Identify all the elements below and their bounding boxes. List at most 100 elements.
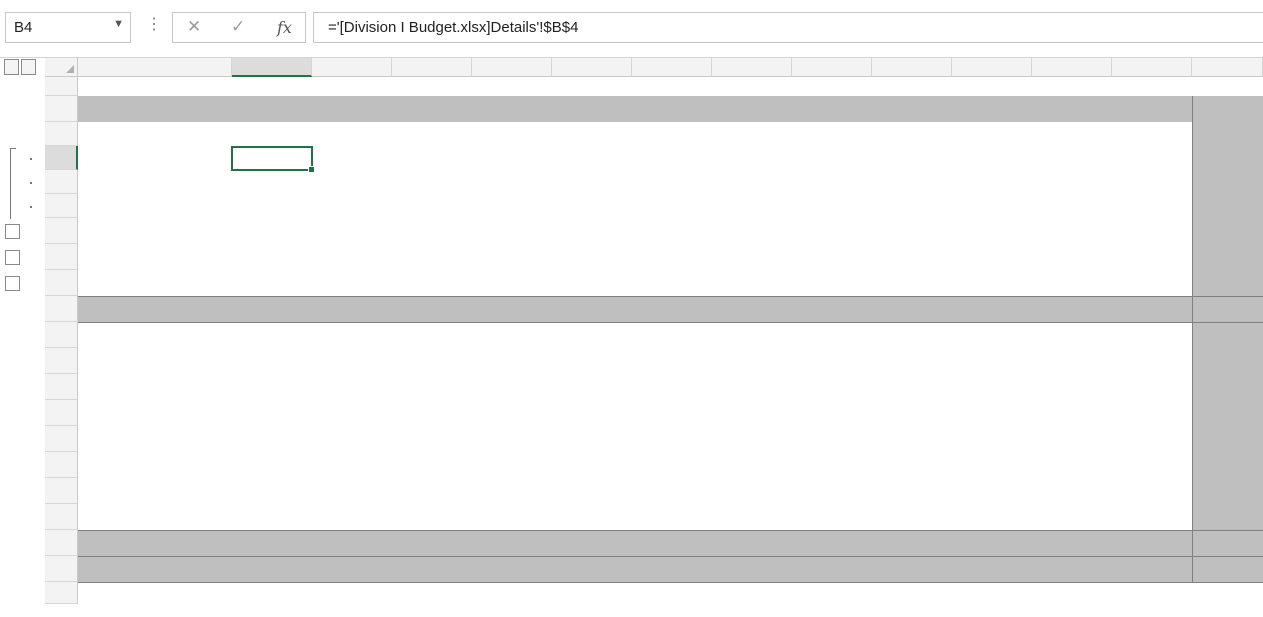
data-cell[interactable] bbox=[1032, 218, 1112, 244]
total-cell[interactable] bbox=[1192, 348, 1263, 374]
fill-handle[interactable] bbox=[308, 166, 315, 173]
data-cell[interactable] bbox=[952, 194, 1032, 218]
data-cell[interactable] bbox=[1112, 194, 1192, 218]
row-header-11[interactable] bbox=[45, 244, 78, 270]
data-cell[interactable] bbox=[472, 146, 552, 170]
expand-plus-icon[interactable] bbox=[5, 249, 20, 265]
data-cell[interactable] bbox=[232, 218, 312, 244]
month-header[interactable] bbox=[472, 96, 552, 122]
data-cell[interactable] bbox=[792, 146, 872, 170]
column-header-e[interactable] bbox=[472, 58, 552, 77]
data-cell[interactable] bbox=[952, 530, 1032, 556]
data-cell[interactable] bbox=[472, 530, 552, 556]
row-label[interactable] bbox=[78, 530, 232, 556]
row-header-18[interactable] bbox=[45, 348, 78, 374]
data-cell[interactable] bbox=[952, 270, 1032, 296]
total-cell[interactable] bbox=[1192, 478, 1263, 504]
data-cell[interactable] bbox=[632, 556, 712, 582]
data-cell[interactable] bbox=[872, 530, 952, 556]
data-cell[interactable] bbox=[232, 170, 312, 194]
data-cell[interactable] bbox=[632, 530, 712, 556]
row-label[interactable] bbox=[78, 426, 232, 452]
data-cell[interactable] bbox=[872, 170, 952, 194]
data-cell[interactable] bbox=[472, 170, 552, 194]
enter-icon[interactable]: ✓ bbox=[231, 17, 245, 37]
month-header[interactable] bbox=[312, 96, 392, 122]
data-cell[interactable] bbox=[392, 556, 472, 582]
data-cell[interactable] bbox=[392, 530, 472, 556]
row-header-2[interactable] bbox=[45, 96, 78, 122]
month-header[interactable] bbox=[1112, 96, 1192, 122]
data-cell[interactable] bbox=[1112, 270, 1192, 296]
outline-level-1-button[interactable] bbox=[4, 59, 19, 75]
total-cell[interactable] bbox=[1192, 400, 1263, 426]
column-header-b[interactable] bbox=[232, 58, 312, 77]
row-label[interactable] bbox=[78, 218, 232, 244]
data-cell[interactable] bbox=[872, 218, 952, 244]
data-cell[interactable] bbox=[632, 270, 712, 296]
row-header-4[interactable] bbox=[45, 146, 78, 170]
month-header[interactable] bbox=[952, 96, 1032, 122]
data-cell[interactable] bbox=[952, 556, 1032, 582]
data-cell[interactable] bbox=[472, 218, 552, 244]
column-header-a[interactable] bbox=[78, 58, 232, 77]
formula-input[interactable]: ='[Division I Budget.xlsx]Details'!$B$4 bbox=[313, 12, 1263, 43]
select-all-corner[interactable] bbox=[45, 58, 78, 77]
row-label[interactable] bbox=[78, 296, 232, 322]
data-cell[interactable] bbox=[472, 348, 552, 374]
data-cell[interactable] bbox=[632, 244, 712, 270]
expand-plus-icon[interactable] bbox=[5, 275, 20, 291]
data-cell[interactable] bbox=[552, 194, 632, 218]
column-header-f[interactable] bbox=[552, 58, 632, 77]
active-cell-selection[interactable] bbox=[231, 146, 315, 173]
data-cell[interactable] bbox=[312, 270, 392, 296]
column-header-g[interactable] bbox=[632, 58, 712, 77]
data-cell[interactable] bbox=[232, 244, 312, 270]
data-cell[interactable] bbox=[872, 146, 952, 170]
data-cell[interactable] bbox=[632, 194, 712, 218]
data-cell[interactable] bbox=[1112, 170, 1192, 194]
data-cell[interactable] bbox=[312, 348, 392, 374]
data-cell[interactable] bbox=[632, 348, 712, 374]
total-cell[interactable] bbox=[1192, 426, 1263, 452]
row-label[interactable] bbox=[78, 322, 232, 348]
data-cell[interactable] bbox=[712, 244, 792, 270]
data-cell[interactable] bbox=[632, 170, 712, 194]
row-label[interactable] bbox=[78, 478, 232, 504]
total-cell[interactable] bbox=[1192, 296, 1263, 322]
data-cell[interactable] bbox=[392, 218, 472, 244]
data-cell[interactable] bbox=[952, 218, 1032, 244]
data-cell[interactable] bbox=[552, 270, 632, 296]
data-cell[interactable] bbox=[1032, 348, 1112, 374]
total-cell[interactable] bbox=[1192, 244, 1263, 270]
data-cell[interactable] bbox=[392, 194, 472, 218]
month-header[interactable] bbox=[1032, 96, 1112, 122]
data-cell[interactable] bbox=[312, 218, 392, 244]
row-header-3[interactable] bbox=[45, 122, 78, 146]
data-cell[interactable] bbox=[312, 170, 392, 194]
data-cell[interactable] bbox=[232, 530, 312, 556]
data-cell[interactable] bbox=[1032, 244, 1112, 270]
data-cell[interactable] bbox=[712, 270, 792, 296]
data-cell[interactable] bbox=[552, 556, 632, 582]
row-label[interactable] bbox=[78, 400, 232, 426]
data-cell[interactable] bbox=[792, 170, 872, 194]
data-cell[interactable] bbox=[552, 530, 632, 556]
data-cell[interactable] bbox=[1032, 270, 1112, 296]
column-header-m[interactable] bbox=[1112, 58, 1192, 77]
data-cell[interactable] bbox=[232, 194, 312, 218]
data-cell[interactable] bbox=[712, 218, 792, 244]
month-header[interactable] bbox=[552, 96, 632, 122]
row-header-21[interactable] bbox=[45, 426, 78, 452]
cancel-icon[interactable]: ✕ bbox=[187, 17, 201, 37]
row-header-24[interactable] bbox=[45, 504, 78, 530]
data-cell[interactable] bbox=[712, 530, 792, 556]
total-cell[interactable] bbox=[1192, 270, 1263, 296]
data-cell[interactable] bbox=[312, 556, 392, 582]
row-label[interactable] bbox=[78, 452, 232, 478]
data-cell[interactable] bbox=[632, 146, 712, 170]
data-cell[interactable] bbox=[872, 348, 952, 374]
month-header[interactable] bbox=[632, 96, 712, 122]
data-cell[interactable] bbox=[552, 244, 632, 270]
row-header-26[interactable] bbox=[45, 556, 78, 582]
